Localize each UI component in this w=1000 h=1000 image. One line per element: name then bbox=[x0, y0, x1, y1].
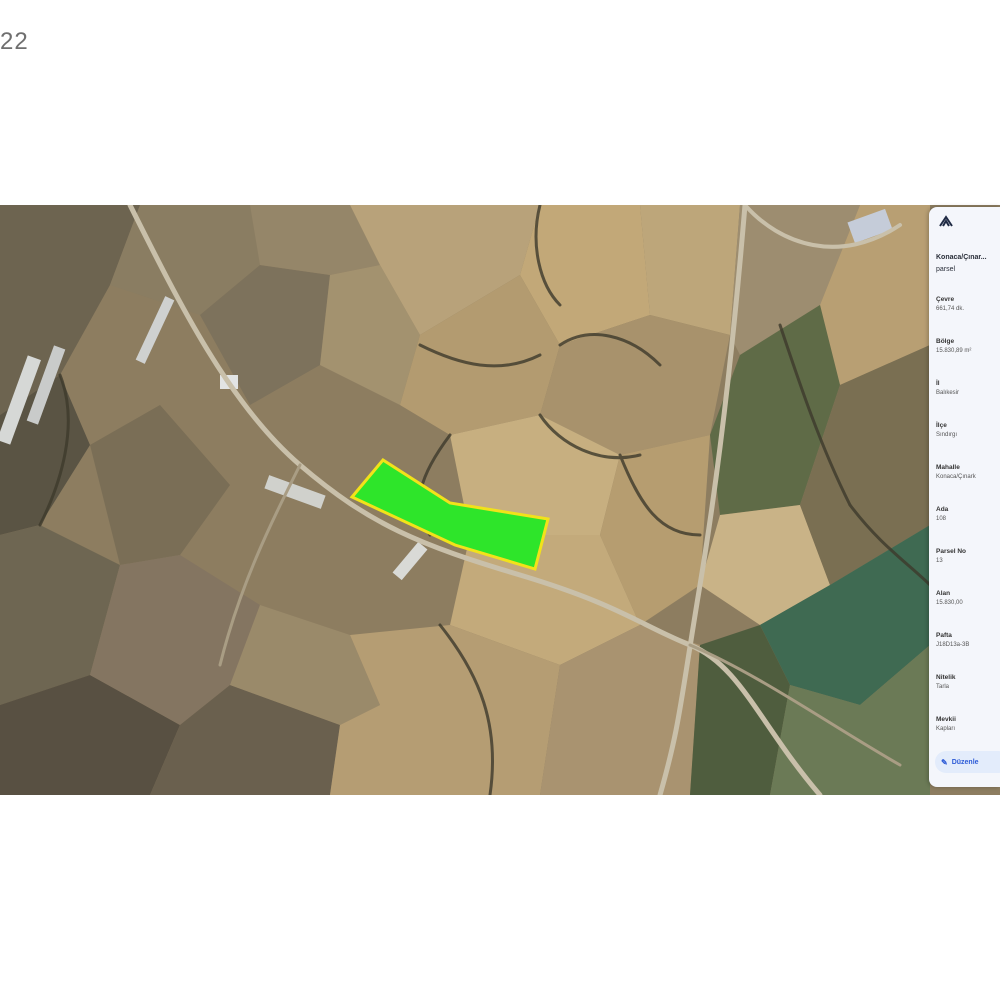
field-value-pafta: J18D13a-3B bbox=[936, 642, 970, 648]
field-value-ada: 108 bbox=[936, 516, 947, 522]
field-value-il: Balıkesir bbox=[936, 390, 960, 396]
corner-text: 22 bbox=[0, 28, 29, 55]
field-label-pafta: Pafta bbox=[936, 632, 952, 639]
edit-button-label: Düzenle bbox=[951, 758, 979, 766]
satellite-map[interactable] bbox=[0, 205, 1000, 795]
field-label-il: İl bbox=[936, 380, 940, 387]
field-value-mahalle: Konaca/Çınark bbox=[936, 474, 976, 480]
field-label-mahalle: Mahalle bbox=[936, 464, 960, 471]
panel-title: Konaca/Çınar... bbox=[936, 254, 987, 261]
field-value-nitelik: Tarla bbox=[936, 684, 950, 690]
field-label-bolge: Bölge bbox=[936, 338, 955, 345]
field-label-ada: Ada bbox=[936, 506, 949, 513]
field-label-mevkii: Mevkii bbox=[936, 716, 956, 723]
field-label-nitelik: Nitelik bbox=[936, 674, 956, 681]
tkgm-logo-icon bbox=[939, 215, 953, 227]
field-value-ilce: Sındırgı bbox=[936, 432, 958, 438]
field-label-parsel: Parsel No bbox=[936, 548, 966, 555]
field-label-alan: Alan bbox=[936, 590, 951, 597]
field-value-alan: 15.830,00 bbox=[936, 600, 963, 606]
field-label-ilce: İlçe bbox=[936, 422, 947, 429]
field-label-cevre: Çevre bbox=[936, 296, 955, 303]
field-value-bolge: 15.830,89 m² bbox=[936, 348, 972, 354]
pencil-icon: ✎ bbox=[941, 757, 948, 767]
map-canvas[interactable] bbox=[0, 205, 1000, 795]
field-value-mevkii: Kapları bbox=[936, 726, 956, 732]
field-value-parsel: 13 bbox=[936, 558, 943, 564]
panel-subtitle: parsel bbox=[936, 266, 956, 273]
parcel-info-panel: Konaca/Çınar... parsel Çevre 661,74 dk. … bbox=[929, 207, 1000, 787]
edit-button[interactable]: ✎ Düzenle bbox=[935, 751, 1000, 773]
field-patches bbox=[0, 205, 930, 795]
field-value-cevre: 661,74 dk. bbox=[936, 306, 965, 312]
